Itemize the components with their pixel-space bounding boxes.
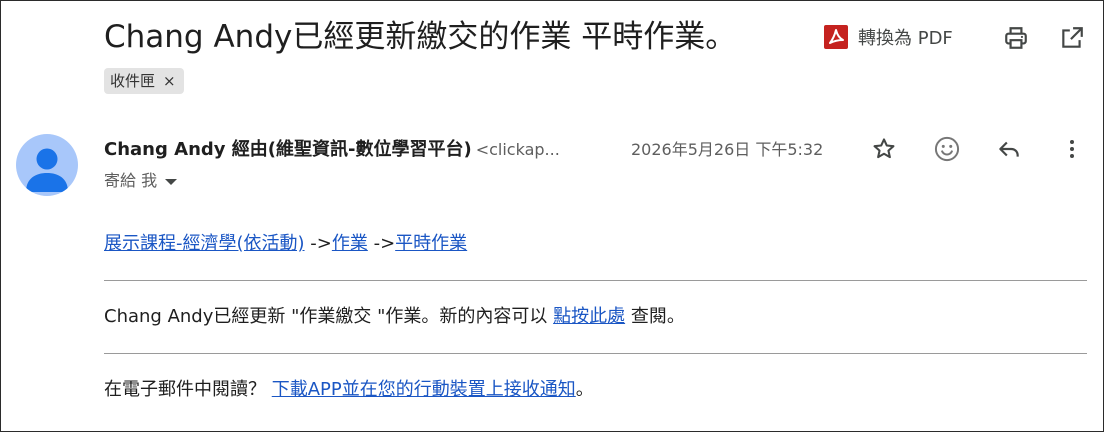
star-button[interactable]	[866, 131, 902, 167]
footer-text-before: 在電子郵件中閱讀？	[104, 379, 272, 400]
divider	[104, 353, 1087, 354]
sender-line: Chang Andy 經由(維聖資訊-數位學習平台) <clickap...	[104, 136, 560, 164]
recipient-details-toggle[interactable]: 寄給 我	[104, 168, 178, 194]
breadcrumb-separator: ->	[304, 233, 332, 254]
window-frame	[0, 0, 1104, 432]
footer-text-after: 。	[575, 379, 594, 400]
emoji-reaction-icon	[934, 136, 960, 162]
person-icon	[26, 148, 68, 192]
assignment-link[interactable]: 平時作業	[395, 233, 467, 254]
message-text: Chang Andy已經更新 "作業繳交 "作業。新的內容可以 點按此處 查閱。	[104, 303, 685, 331]
print-button[interactable]	[998, 20, 1034, 56]
open-in-new-window-icon	[1062, 27, 1083, 48]
reply-button[interactable]	[991, 131, 1027, 167]
assignments-link[interactable]: 作業	[332, 233, 368, 254]
remove-label-icon[interactable]: ×	[161, 68, 178, 94]
view-link[interactable]: 點按此處	[553, 306, 625, 327]
label-chip-inbox: 收件匣 ×	[104, 68, 184, 94]
pdf-icon	[824, 25, 848, 49]
more-options-button[interactable]	[1054, 131, 1090, 167]
caret-down-icon	[165, 179, 178, 185]
sender-avatar[interactable]	[16, 134, 78, 196]
recipient-label: 寄給 我	[104, 171, 158, 190]
sender-email[interactable]: <clickap...	[476, 140, 560, 159]
more-vert-icon	[1070, 140, 1074, 158]
open-in-new-window-button[interactable]	[1054, 20, 1090, 56]
reply-icon	[999, 141, 1019, 157]
breadcrumb-separator: ->	[367, 233, 396, 254]
sender-name[interactable]: Chang Andy 經由(維聖資訊-數位學習平台)	[104, 139, 472, 160]
email-subject: Chang Andy已經更新繳交的作業 平時作業。	[104, 19, 737, 55]
pdf-button-label: 轉換為 PDF	[858, 28, 953, 49]
convert-to-pdf-button[interactable]: 轉換為 PDF	[824, 24, 953, 50]
star-icon	[873, 138, 895, 159]
print-icon	[1005, 27, 1027, 49]
course-link[interactable]: 展示課程-經濟學(依活動)	[104, 233, 305, 254]
message-text-before: Chang Andy已經更新 "作業繳交 "作業。新的內容可以	[104, 306, 554, 327]
footer-text: 在電子郵件中閱讀？ 下載APP並在您的行動裝置上接收通知。	[104, 376, 594, 404]
divider	[104, 280, 1087, 281]
message-text-after: 查閱。	[625, 306, 685, 327]
label-chip-text: 收件匣	[110, 72, 156, 90]
sent-date: 2026年5月26日 下午5:32	[631, 140, 824, 159]
breadcrumb: 展示課程-經濟學(依活動) ->作業 ->平時作業	[104, 230, 467, 258]
add-reaction-button[interactable]	[929, 131, 965, 167]
download-app-link[interactable]: 下載APP並在您的行動裝置上接收通知	[272, 379, 576, 400]
